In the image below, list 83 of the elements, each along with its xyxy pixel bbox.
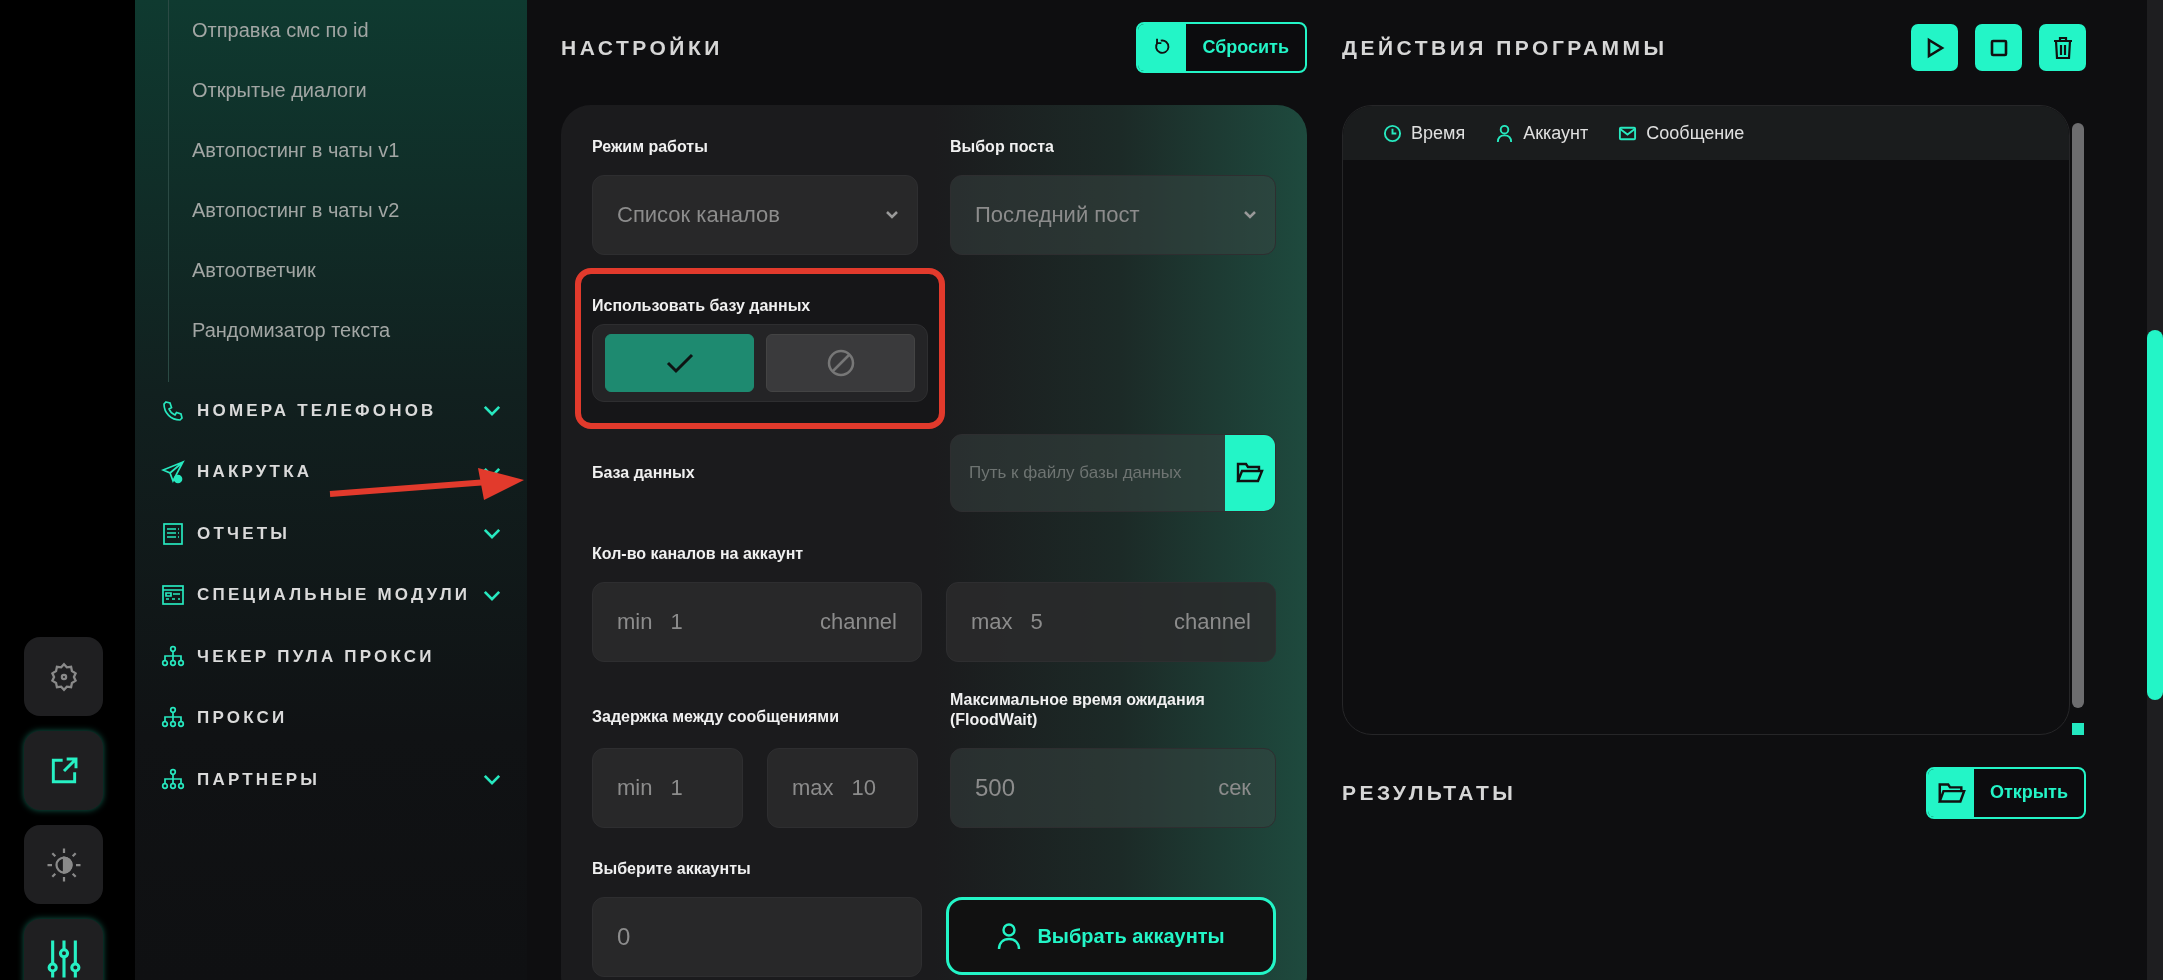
reset-icon [1138, 24, 1187, 71]
phone-icon [161, 398, 185, 423]
clock-icon [1383, 123, 1402, 143]
sliders-icon [46, 938, 81, 979]
column-header: Аккаунт [1523, 122, 1589, 144]
sidebar-item[interactable]: Автопостинг в чаты v2 [169, 194, 527, 254]
ban-icon [825, 348, 856, 378]
path-input[interactable]: Путь к файлу базы данных [951, 435, 1225, 511]
section-label: ОТЧЕТЫ [197, 523, 292, 544]
chevron-icon [483, 773, 501, 787]
folder-icon [1236, 461, 1264, 485]
paper-plane-icon [161, 460, 185, 485]
sidebar-section[interactable]: НОМЕРА ТЕЛЕФОНОВ [161, 380, 501, 442]
section-title: РЕЗУЛЬТАТЫ [1342, 780, 1517, 805]
accounts-count-field[interactable]: 0 [592, 897, 922, 977]
column-header: Сообщение [1646, 122, 1745, 144]
folder-icon [1927, 768, 1974, 817]
field-label: Кол-во каналов на аккаунт [592, 544, 805, 564]
chevron-icon [483, 527, 501, 541]
rail-button[interactable] [24, 825, 103, 904]
section-label: НАКРУТКА [197, 462, 314, 483]
field-label: Выбор поста [950, 137, 1055, 157]
sidebar-item[interactable]: Автоответчик [169, 254, 527, 314]
number-field[interactable]: 500 сек [950, 748, 1276, 828]
toggle-option[interactable] [605, 334, 754, 392]
number-field[interactable]: max 5 channel [946, 582, 1276, 662]
user-icon [1495, 123, 1515, 143]
section-title: НАСТРОЙКИ [561, 35, 723, 60]
post-dropdown[interactable]: Последний пост [950, 175, 1276, 255]
field-label: Выберите аккаунты [592, 859, 752, 879]
rail-button[interactable] [24, 637, 103, 716]
rail-button[interactable] [24, 731, 103, 810]
rail-button[interactable] [24, 919, 103, 980]
chevron-icon [483, 404, 501, 418]
sidebar-section[interactable]: ПАРТНЕРЫ [161, 749, 501, 811]
field-label: Режим работы [592, 137, 709, 157]
select-accounts-button[interactable]: Выбрать аккаунты [946, 897, 1276, 975]
field-label: База данных [592, 463, 696, 483]
theme-icon [45, 846, 82, 883]
table-icon [161, 583, 185, 608]
action-button[interactable] [1975, 24, 2022, 71]
section-label: СПЕЦИАЛЬНЫЕ МОДУЛИ [197, 585, 472, 606]
sidebar-item[interactable]: Автопостинг в чаты v1 [169, 134, 527, 194]
resize-handle[interactable] [2072, 723, 2084, 735]
sidebar-item[interactable]: Отправка смс по id [169, 14, 527, 74]
action-button[interactable] [1911, 24, 1958, 71]
check-icon [664, 351, 695, 375]
section-label: ПРОКСИ [197, 708, 289, 729]
column-header: Время [1411, 122, 1466, 144]
field-label: Задержка между сообщениями [592, 707, 841, 727]
action-button[interactable] [2039, 24, 2086, 71]
number-field[interactable]: min 1 [592, 748, 743, 828]
chevron-icon [483, 588, 501, 602]
database-path-field[interactable]: Путь к файлу базы данных [950, 434, 1276, 512]
field-label: Использовать базу данных [592, 296, 812, 316]
reset-button[interactable]: Сбросить [1136, 22, 1307, 73]
sidebar-item[interactable]: Рандомизатор текста [169, 314, 527, 374]
sidebar-section[interactable]: ОТЧЕТЫ [161, 503, 501, 565]
document-icon [161, 521, 185, 546]
scrollbar[interactable] [2147, 330, 2163, 700]
chevron-icon [1243, 210, 1257, 220]
number-field[interactable]: min 1 channel [592, 582, 922, 662]
number-field[interactable]: max 10 [767, 748, 918, 828]
scrollbar[interactable] [2072, 123, 2084, 708]
section-label: ПАРТНЕРЫ [197, 769, 322, 790]
sidebar-section[interactable]: СПЕЦИАЛЬНЫЕ МОДУЛИ [161, 564, 501, 626]
open-button[interactable]: Открыть [1925, 766, 2086, 819]
network-icon [161, 644, 185, 669]
stop-icon [1988, 37, 2009, 58]
section-label: НОМЕРА ТЕЛЕФОНОВ [197, 400, 438, 421]
field-label: Максимальное время ожидания (FloodWait) [950, 690, 1206, 730]
mode-dropdown[interactable]: Список каналов [592, 175, 918, 255]
network-icon [161, 767, 185, 792]
trash-icon [2052, 35, 2073, 60]
chevron-icon [885, 210, 899, 220]
toggle-option[interactable] [766, 334, 915, 392]
section-title: ДЕЙСТВИЯ ПРОГРАММЫ [1342, 35, 1668, 60]
section-label: ЧЕКЕР ПУЛА ПРОКСИ [197, 646, 436, 667]
sidebar-item[interactable]: Открытые диалоги [169, 74, 527, 134]
sidebar-section[interactable]: ПРОКСИ [161, 687, 501, 749]
user-icon [997, 922, 1022, 950]
sidebar-section[interactable]: ЧЕКЕР ПУЛА ПРОКСИ [161, 626, 501, 688]
browse-button[interactable] [1225, 435, 1275, 511]
